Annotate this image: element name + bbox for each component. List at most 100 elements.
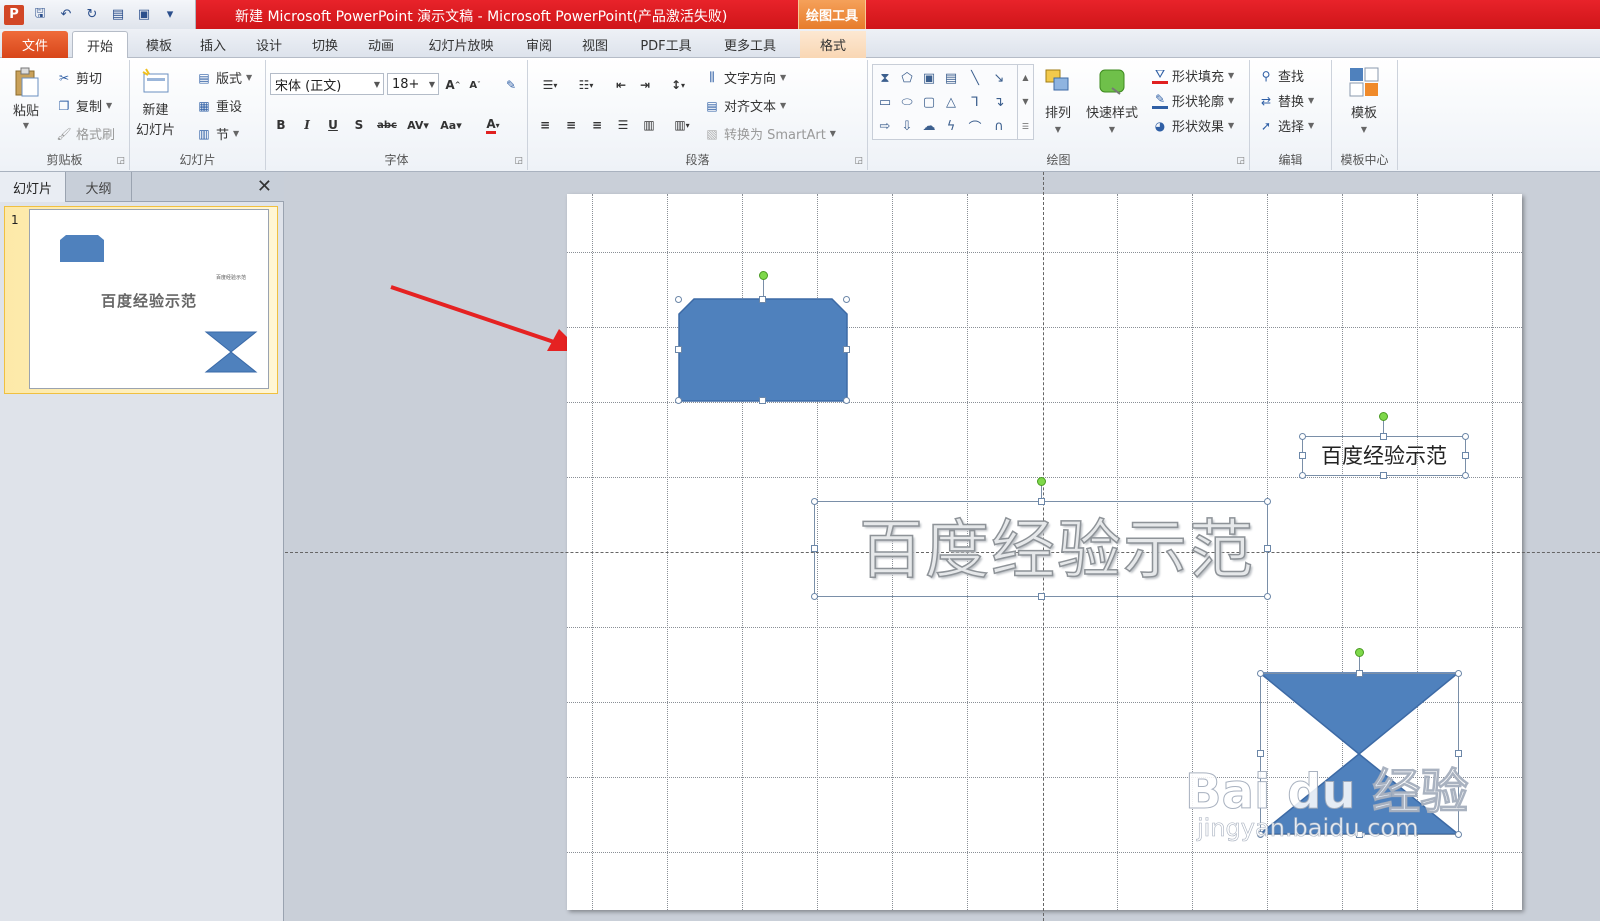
tab-template[interactable]: 模板 [136,31,182,58]
rounded-rect-shape-icon[interactable]: ▢ [919,93,939,111]
arrange-button[interactable]: 排列 ▼ [1042,66,1074,134]
strikethrough-icon[interactable]: abc [374,116,400,134]
resize-handle[interactable] [1356,670,1363,677]
quick-styles-button[interactable]: 快速样式 ▼ [1086,66,1138,134]
hourglass-shape-icon[interactable]: ⧗ [875,69,895,87]
slide-thumbnail[interactable]: 百度经验示范 百度经验示范 [29,209,269,389]
arrow-line-shape-icon[interactable]: ↘ [989,69,1009,87]
new-slide-icon[interactable]: ▤ [108,5,128,25]
rectangle-shape-icon[interactable]: ▭ [875,93,895,111]
scroll-up-icon[interactable]: ▲ [1022,73,1028,82]
wordart-title[interactable]: 百度经验示范 [832,497,1282,593]
resize-handle[interactable] [1299,452,1306,459]
new-slide-button[interactable]: 新建 幻灯片 [136,66,175,138]
shape-outline-button[interactable]: ✎ 形状轮廓 ▼ [1152,91,1234,110]
columns-icon[interactable]: ▥ ▾ [668,116,696,134]
dialog-launcher-icon[interactable]: ◲ [854,156,863,166]
tab-format[interactable]: 格式 [800,31,866,58]
change-case-icon[interactable]: Aa▾ [436,116,466,134]
resize-handle[interactable] [1264,593,1271,600]
rotation-handle[interactable] [759,271,768,280]
char-spacing-icon[interactable]: AV▾ [404,116,432,134]
elbow-arrow-shape-icon[interactable]: ↴ [989,93,1009,111]
tab-design[interactable]: 设计 [246,31,292,58]
resize-handle[interactable] [1264,545,1271,552]
resize-handle[interactable] [1299,472,1306,479]
rotation-handle[interactable] [1037,477,1046,486]
convert-smartart-button[interactable]: ▧ 转换为 SmartArt ▼ [704,124,836,144]
decrease-indent-icon[interactable]: ⇤ [612,76,630,94]
resize-handle[interactable] [811,545,818,552]
right-arrow-shape-icon[interactable]: ⇨ [875,117,895,135]
cut-button[interactable]: ✂ 剪切 [56,68,102,88]
justify-icon[interactable]: ☰ [614,116,632,134]
tab-file[interactable]: 文件 [2,31,68,58]
triangle-shape-icon[interactable]: △ [941,93,961,111]
resize-handle[interactable] [1380,472,1387,479]
rotation-handle[interactable] [1355,648,1364,657]
tab-view[interactable]: 视图 [572,31,618,58]
resize-handle[interactable] [675,296,682,303]
tab-slides[interactable]: 幻灯片 [0,172,66,202]
close-icon[interactable]: ✕ [257,176,272,197]
tab-outline[interactable]: 大纲 [66,172,132,202]
elbow-connector-shape-icon[interactable]: ⅂ [965,93,985,111]
small-textbox[interactable]: 百度经验示范 [1302,435,1466,475]
scroll-down-icon[interactable]: ▼ [1022,97,1028,106]
shapes-gallery[interactable]: ⧗ ⬠ ▣ ▤ ╲ ↘ ▭ ⬭ ▢ △ ⅂ ↴ ⇨ ⇩ ☁ ϟ ⌒ ∩ ▲ ▼ ☰ [872,64,1034,140]
shrink-font-icon[interactable]: Aˇ [466,76,484,94]
resize-handle[interactable] [811,593,818,600]
dialog-launcher-icon[interactable]: ◲ [514,156,523,166]
resize-handle[interactable] [1038,593,1045,600]
clear-format-icon[interactable]: ✎ [502,76,520,94]
resize-handle[interactable] [1462,452,1469,459]
select-button[interactable]: ➚ 选择 ▼ [1258,116,1314,136]
resize-handle[interactable] [843,296,850,303]
font-size-combo[interactable]: 18+ ▼ [387,73,439,95]
resize-handle[interactable] [1038,498,1045,505]
align-text-button[interactable]: ▤ 对齐文本 ▼ [704,96,786,116]
snip-rect-shape-icon[interactable]: ⬠ [897,69,917,87]
resize-handle[interactable] [675,346,682,353]
tab-review[interactable]: 审阅 [516,31,562,58]
dialog-launcher-icon[interactable]: ◲ [116,156,125,166]
italic-icon[interactable]: I [298,116,316,134]
shape-fill-button[interactable]: ⛛ 形状填充 ▼ [1152,66,1234,85]
textbox-shape-icon[interactable]: ▣ [919,69,939,87]
oval-shape-icon[interactable]: ⬭ [897,93,917,111]
tab-transitions[interactable]: 切换 [302,31,348,58]
line-spacing-icon[interactable]: ↕ ▾ [664,76,692,94]
text-direction-button[interactable]: ⫼ 文字方向 ▼ [704,68,786,87]
font-name-combo[interactable]: 宋体 (正文) ▼ [270,73,384,95]
slide-thumbnail-item[interactable]: 1 百度经验示范 百度经验示范 [4,206,278,394]
align-center-icon[interactable]: ≡ [562,116,580,134]
dialog-launcher-icon[interactable]: ◲ [1236,156,1245,166]
resize-handle[interactable] [1264,498,1271,505]
vertical-textbox-shape-icon[interactable]: ▤ [941,69,961,87]
resize-handle[interactable] [1380,433,1387,440]
resize-handle[interactable] [1455,670,1462,677]
align-right-icon[interactable]: ≡ [588,116,606,134]
format-painter-button[interactable]: 🖌 格式刷 [56,124,115,144]
snip-rectangle-shape[interactable] [675,295,851,405]
rotation-handle[interactable] [1379,412,1388,421]
lightning-shape-icon[interactable]: ϟ [941,117,961,135]
resize-handle[interactable] [843,346,850,353]
gallery-scroll[interactable]: ▲ ▼ ☰ [1017,65,1033,139]
resize-handle[interactable] [811,498,818,505]
copy-button[interactable]: ❐ 复制 ▼ [56,96,113,116]
find-button[interactable]: ⚲ 查找 [1258,66,1304,86]
distributed-icon[interactable]: ▥ [640,116,658,134]
font-color-icon[interactable]: A ▾ [478,116,508,134]
shadow-icon[interactable]: S [350,116,368,134]
resize-handle[interactable] [1299,433,1306,440]
tab-pdf-tools[interactable]: PDF工具 [632,31,700,58]
resize-handle[interactable] [1462,433,1469,440]
align-left-icon[interactable]: ≡ [536,116,554,134]
resize-handle[interactable] [1257,670,1264,677]
undo-icon[interactable]: ↶ [56,5,76,25]
tab-insert[interactable]: 插入 [190,31,236,58]
curve-shape-icon[interactable]: ∩ [989,117,1009,135]
bullets-icon[interactable]: ☰ ▾ [536,76,564,94]
more-icon[interactable]: ☰ [1022,122,1029,131]
